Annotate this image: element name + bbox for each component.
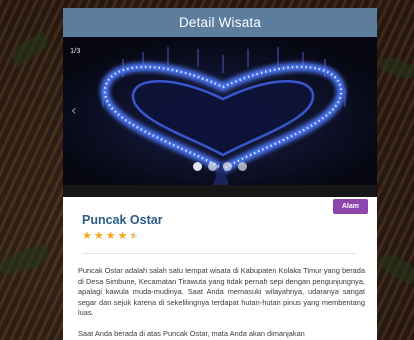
rating-stars: ★ ★ ★ ★ ★ [82,230,357,241]
chevron-left-icon[interactable]: ‹ [71,103,77,119]
slide-dot[interactable] [193,162,202,171]
slide-dot[interactable] [238,162,247,171]
page-title: Detail Wisata [178,15,262,30]
divider [82,253,357,254]
slide-dot[interactable] [208,162,217,171]
image-gallery[interactable]: 1/3 ‹ [63,37,377,185]
place-name: Puncak Ostar [82,213,163,227]
description: Puncak Ostar adalah salah satu tempat wi… [63,254,377,340]
star-icon: ★ [93,229,104,242]
description-paragraph: Saat Anda berada di atas Puncak Ostar, m… [78,328,305,338]
description-paragraph: Puncak Ostar adalah salah satu tempat wi… [78,266,365,318]
slide-counter: 1/3 [70,46,81,55]
image-footer-band [63,185,377,197]
star-icon: ★ [117,229,128,242]
header-bar: Detail Wisata [63,8,377,37]
detail-modal: Detail Wisata 1/3 ‹ Alam Puncak Ostar ★ … [63,8,377,340]
star-icon: ★ [105,229,116,242]
place-info: Alam Puncak Ostar ★ ★ ★ ★ ★ [63,197,377,254]
slide-dot[interactable] [223,162,232,171]
star-icon: ★ [82,229,92,242]
star-half-icon: ★ [130,230,140,241]
gallery-image [63,37,377,185]
category-badge: Alam [332,199,368,214]
